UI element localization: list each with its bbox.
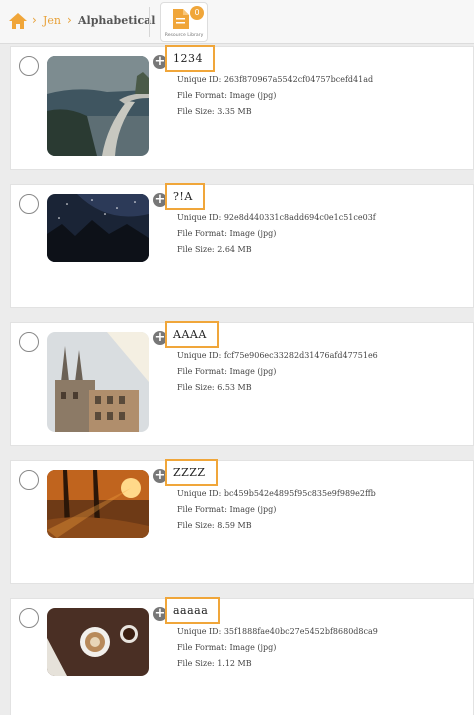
select-radio[interactable] [19,332,39,352]
breadcrumb-current: Alphabetical [78,14,156,27]
file-format-value: Image (jpg) [229,643,277,652]
unique-id-row: Unique ID: bc459b542e4895f95c835e9f989e2… [177,489,376,498]
home-icon[interactable] [8,11,28,31]
file-format-row: File Format: Image (jpg) [177,505,277,514]
item-title[interactable]: AAAA [165,321,219,348]
unique-id-value: 92e8d440331c8add694c0e1c51ce03f [223,213,376,222]
breadcrumb-bar: › Jen › Alphabetical 0 Resource Library [0,0,474,44]
thumbnail-image[interactable] [47,332,149,432]
file-size-value: 3.35 MB [217,107,252,116]
resource-library-button[interactable]: 0 Resource Library [160,2,208,42]
select-radio[interactable] [19,608,39,628]
file-size-value: 6.53 MB [217,383,252,392]
breadcrumb-parent[interactable]: Jen [43,14,61,27]
file-format-value: Image (jpg) [229,367,277,376]
file-size-value: 1.12 MB [217,659,252,668]
file-format-value: Image (jpg) [229,91,277,100]
item-title[interactable]: aaaaa [165,597,221,624]
file-size-row: File Size: 8.59 MB [177,521,252,530]
unique-id-value: bc459b542e4895f95c835e9f989e2ffb [223,489,376,498]
file-format-row: File Format: Image (jpg) [177,229,277,238]
file-size-row: File Size: 2.64 MB [177,245,252,254]
item-title-text: ZZZZ [173,466,206,479]
unique-id-row: Unique ID: 35f1888fae40bc27e5452bf8680d8… [177,627,378,636]
item-title[interactable]: 1234 [165,45,215,72]
list-item: + 1234 Unique ID: 263f870967a5542cf04757… [10,45,474,170]
thumbnail-image[interactable] [47,608,149,676]
select-radio[interactable] [19,470,39,490]
file-size-row: File Size: 1.12 MB [177,659,252,668]
file-size-value: 2.64 MB [217,245,252,254]
chevron-right-icon: › [32,13,37,27]
list-item: + ZZZZ Unique ID: bc459b542e4895f95c835e… [10,459,474,584]
unique-id-value: fcf75e906ec33282d31476afd47751e6 [223,351,378,360]
select-radio[interactable] [19,56,39,76]
file-size-value: 8.59 MB [217,521,252,530]
file-size-row: File Size: 3.35 MB [177,107,252,116]
list-item: + ?!A Unique ID: 92e8d440331c8add694c0e1… [10,183,474,308]
thumbnail-image[interactable] [47,194,149,262]
file-format-value: Image (jpg) [229,505,277,514]
file-size-row: File Size: 6.53 MB [177,383,252,392]
file-format-value: Image (jpg) [229,229,277,238]
thumbnail-image[interactable] [47,470,149,538]
resource-count-badge: 0 [190,6,204,20]
select-radio[interactable] [19,194,39,214]
resource-library-label: Resource Library [164,33,204,38]
chevron-right-icon: › [67,13,72,27]
file-format-row: File Format: Image (jpg) [177,91,277,100]
item-title[interactable]: ?!A [165,183,205,210]
item-title-text: 1234 [173,52,203,65]
item-title-text: ?!A [173,190,193,203]
document-icon [173,9,189,29]
file-format-row: File Format: Image (jpg) [177,367,277,376]
list-item: + aaaaa Unique ID: 35f1888fae40bc27e5452… [10,597,474,715]
unique-id-row: Unique ID: fcf75e906ec33282d31476afd4775… [177,351,378,360]
file-format-row: File Format: Image (jpg) [177,643,277,652]
unique-id-value: 263f870967a5542cf04757bcefd41ad [223,75,374,84]
item-title-text: aaaaa [173,604,209,617]
item-title[interactable]: ZZZZ [165,459,218,486]
divider [149,7,150,37]
list-item: + AAAA Unique ID: fcf75e906ec33282d31476… [10,321,474,446]
unique-id-row: Unique ID: 92e8d440331c8add694c0e1c51ce0… [177,213,376,222]
item-title-text: AAAA [173,328,207,341]
thumbnail-image[interactable] [47,56,149,156]
unique-id-row: Unique ID: 263f870967a5542cf04757bcefd41… [177,75,374,84]
unique-id-value: 35f1888fae40bc27e5452bf8680d8ca9 [223,627,378,636]
